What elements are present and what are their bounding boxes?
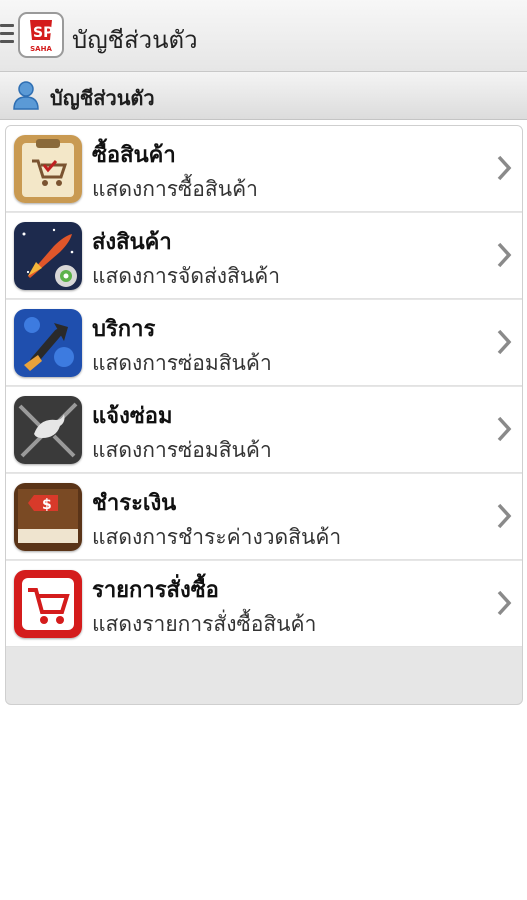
menu-item-title: บริการ xyxy=(92,317,156,342)
menu-item-orders[interactable]: รายการสั่งซื้อ แสดงรายการสั่งซื้อสินค้า xyxy=(6,561,522,647)
menu-item-subtitle: แสดงการซ่อมสินค้า xyxy=(92,438,272,462)
menu-item-service[interactable]: บริการ แสดงการซ่อมสินค้า xyxy=(6,300,522,386)
user-icon xyxy=(12,80,40,110)
menu-item-title: ซื้อสินค้า xyxy=(92,143,176,168)
chevron-right-icon xyxy=(497,503,512,529)
chevron-right-icon xyxy=(497,155,512,181)
menu-item-buy[interactable]: ซื้อสินค้า แสดงการซื้อสินค้า xyxy=(6,126,522,212)
rocket-icon xyxy=(14,222,82,290)
menu-item-title: รายการสั่งซื้อ xyxy=(92,578,219,603)
svg-text:SAHA: SAHA xyxy=(30,45,52,53)
chevron-right-icon xyxy=(497,416,512,442)
menu-item-subtitle: แสดงรายการสั่งซื้อสินค้า xyxy=(92,612,317,636)
section-header: บัญชีส่วนตัว xyxy=(0,72,527,120)
shopping-basket-clipboard-icon xyxy=(14,135,82,203)
app-logo[interactable]: SP SAHA xyxy=(18,12,64,58)
service-tool-icon xyxy=(14,309,82,377)
menu-item-repair[interactable]: แจ้งซ่อม แสดงการซ่อมสินค้า xyxy=(6,387,522,473)
chevron-right-icon xyxy=(497,242,512,268)
svg-text:$: $ xyxy=(42,497,52,513)
app-bar: SP SAHA บัญชีส่วนตัว xyxy=(0,0,527,72)
menu-item-subtitle: แสดงการจัดส่งสินค้า xyxy=(92,264,281,288)
menu-item-subtitle: แสดงการซื้อสินค้า xyxy=(92,177,258,201)
svg-text:SP: SP xyxy=(33,25,53,41)
menu-item-subtitle: แสดงการชำระค่างวดสินค้า xyxy=(92,525,342,549)
bird-repair-icon xyxy=(14,396,82,464)
menu-item-title: แจ้งซ่อม xyxy=(92,404,173,429)
menu-item-title: ส่งสินค้า xyxy=(92,230,172,255)
section-title: บัญชีส่วนตัว xyxy=(50,86,155,110)
menu-item-subtitle: แสดงการซ่อมสินค้า xyxy=(92,351,272,375)
menu-item-ship[interactable]: ส่งสินค้า แสดงการจัดส่งสินค้า xyxy=(6,213,522,299)
app-title: บัญชีส่วนตัว xyxy=(72,26,198,54)
menu-item-payment[interactable]: $ ชำระเงิน แสดงการชำระค่างวดสินค้า xyxy=(6,474,522,560)
payment-book-icon: $ xyxy=(14,483,82,551)
hamburger-icon[interactable] xyxy=(0,24,14,46)
chevron-right-icon xyxy=(497,590,512,616)
menu-item-title: ชำระเงิน xyxy=(92,491,177,516)
chevron-right-icon xyxy=(497,329,512,355)
menu-list: ซื้อสินค้า แสดงการซื้อสินค้า ส่งสินค้า แ… xyxy=(5,125,523,705)
red-cart-icon xyxy=(14,570,82,638)
